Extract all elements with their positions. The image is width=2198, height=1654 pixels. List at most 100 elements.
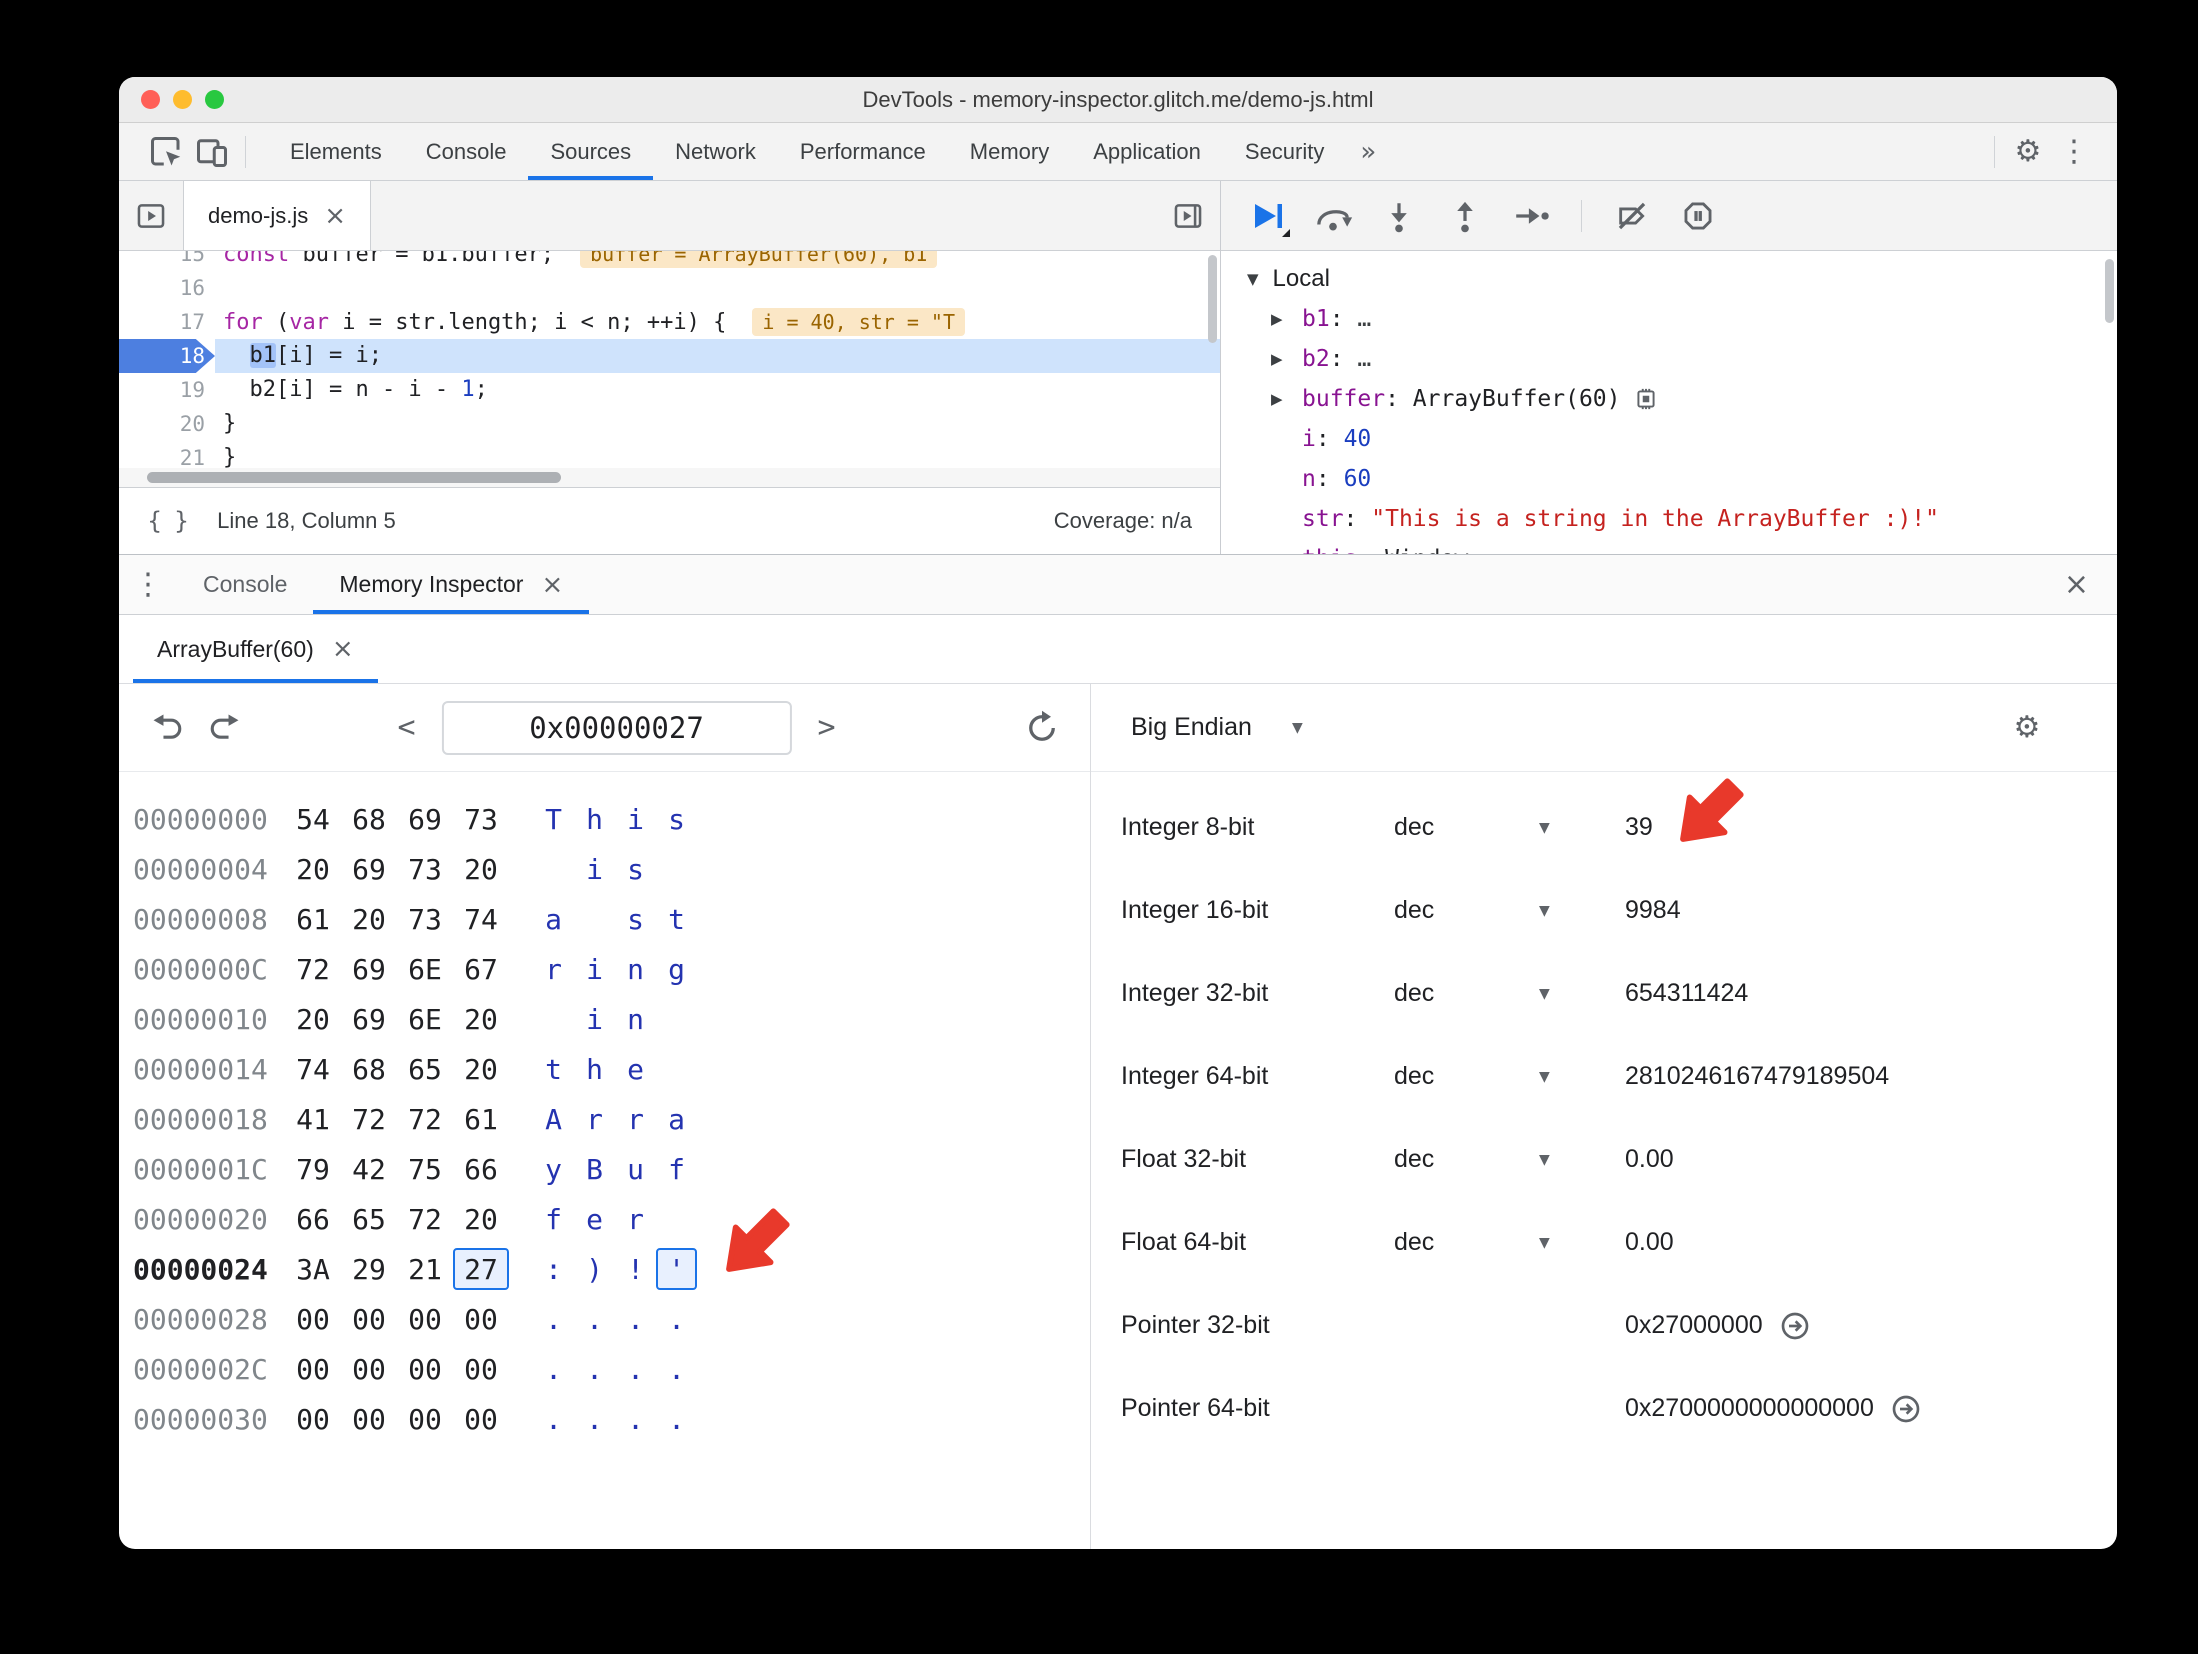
ascii-cell[interactable]: h	[574, 798, 615, 840]
byte-cell[interactable]: 66	[453, 1148, 509, 1190]
window-titlebar[interactable]: DevTools - memory-inspector.glitch.me/de…	[119, 77, 2117, 123]
byte-cell[interactable]: 79	[285, 1148, 341, 1190]
ascii-cell[interactable]: a	[656, 1098, 697, 1140]
ascii-cell[interactable]	[533, 848, 574, 890]
toggle-debugger-sidebar-button[interactable]	[1156, 181, 1220, 250]
collapsed-arrow-icon[interactable]: ▶	[1271, 310, 1302, 328]
line-number[interactable]: 15	[119, 251, 215, 271]
byte-cell[interactable]: 20	[285, 998, 341, 1040]
byte-cell[interactable]: 20	[341, 898, 397, 940]
byte-cell[interactable]: 42	[341, 1148, 397, 1190]
scope-scrollbar[interactable]	[2105, 259, 2114, 323]
byte-cell[interactable]: 74	[285, 1048, 341, 1090]
ascii-cell[interactable]: t	[656, 898, 697, 940]
history-forward-button[interactable]	[205, 708, 245, 748]
byte-cell[interactable]: 00	[341, 1398, 397, 1440]
deactivate-breakpoints-button[interactable]	[1606, 192, 1658, 240]
ascii-cell[interactable]: .	[656, 1298, 697, 1340]
code-line[interactable]: 20}	[119, 407, 1220, 441]
close-drawer-button[interactable]: ×	[2064, 555, 2089, 614]
byte-cell[interactable]: 00	[397, 1398, 453, 1440]
line-number[interactable]: 16	[119, 271, 215, 305]
ascii-cell[interactable]: s	[615, 848, 656, 890]
interpreter-settings-button[interactable]: ⚙	[2007, 708, 2047, 748]
byte-cell[interactable]: 61	[285, 898, 341, 940]
step-out-button[interactable]	[1439, 192, 1491, 240]
ascii-cell[interactable]: .	[615, 1348, 656, 1390]
close-tab-icon[interactable]: ×	[541, 572, 563, 598]
byte-cell[interactable]: 29	[341, 1248, 397, 1290]
collapsed-arrow-icon[interactable]: ▶	[1271, 550, 1302, 554]
tab-sources[interactable]: Sources	[528, 123, 654, 180]
zoom-window-button[interactable]	[205, 90, 224, 109]
refresh-memory-button[interactable]	[1022, 708, 1062, 748]
byte-cell[interactable]: 73	[397, 848, 453, 890]
scope-variable-buffer[interactable]: ▶ buffer: ArrayBuffer(60)	[1221, 379, 2117, 419]
memory-row[interactable]: 00000028 00 00 00 00....	[119, 1294, 1090, 1344]
drawer-menu-button[interactable]: ⋮	[119, 555, 177, 614]
jump-to-address-icon[interactable]	[1890, 1393, 1922, 1425]
byte-cell[interactable]: 00	[397, 1348, 453, 1390]
byte-cell[interactable]: 20	[285, 848, 341, 890]
byte-cell[interactable]: 20	[453, 848, 509, 890]
byte-cell[interactable]: 61	[453, 1098, 509, 1140]
value-format-select[interactable]: dec ▼	[1394, 979, 1625, 1008]
close-file-tab-icon[interactable]: ×	[324, 203, 346, 229]
file-tab-demo-js[interactable]: demo-js.js ×	[183, 181, 372, 250]
byte-cell[interactable]: 00	[341, 1298, 397, 1340]
ascii-cell[interactable]: n	[615, 998, 656, 1040]
ascii-cell[interactable]: e	[574, 1198, 615, 1240]
byte-cell[interactable]: 69	[397, 798, 453, 840]
value-format-select[interactable]: dec ▼	[1394, 1145, 1625, 1174]
byte-cell[interactable]: 00	[285, 1398, 341, 1440]
ascii-cell[interactable]: y	[533, 1148, 574, 1190]
ascii-cell[interactable]: .	[574, 1298, 615, 1340]
selected-byte-cell[interactable]: 27	[453, 1248, 509, 1290]
scope-variable-str[interactable]: str: "This is a string in the ArrayBuffe…	[1221, 499, 2117, 539]
ascii-cell[interactable]: s	[656, 798, 697, 840]
memory-row[interactable]: 00000008 61 20 73 74 a st	[119, 894, 1090, 944]
ascii-cell[interactable]: .	[533, 1348, 574, 1390]
byte-cell[interactable]: 41	[285, 1098, 341, 1140]
ascii-cell[interactable]	[533, 998, 574, 1040]
ascii-cell[interactable]: i	[615, 798, 656, 840]
scope-variable-b1[interactable]: ▶ b1: …	[1221, 299, 2117, 339]
byte-cell[interactable]: 72	[397, 1098, 453, 1140]
memory-row[interactable]: 0000000C 72 69 6E 67 r i n g	[119, 944, 1090, 994]
ascii-cell[interactable]	[656, 848, 697, 890]
drawer-tab-console[interactable]: Console	[177, 555, 313, 614]
inspect-element-button[interactable]	[143, 129, 189, 175]
code-line[interactable]: 15 const buffer = b1.buffer; buffer = Arra…	[119, 251, 1220, 271]
memory-row[interactable]: 00000018 41 72 72 61 Ar r a	[119, 1094, 1090, 1144]
ascii-cell[interactable]: !	[615, 1248, 656, 1290]
byte-cell[interactable]: 00	[453, 1298, 509, 1340]
ascii-cell[interactable]: a	[533, 898, 574, 940]
code-line[interactable]: 18 b1[i] = i;	[119, 339, 1220, 373]
byte-cell[interactable]: 00	[397, 1298, 453, 1340]
ascii-cell[interactable]: r	[615, 1098, 656, 1140]
ascii-cell[interactable]	[656, 1198, 697, 1240]
step-over-button[interactable]	[1307, 192, 1359, 240]
ascii-cell[interactable]: r	[533, 948, 574, 990]
byte-cell[interactable]: 00	[285, 1348, 341, 1390]
drawer-tab-memory-inspector[interactable]: Memory Inspector ×	[313, 555, 590, 614]
tab-security[interactable]: Security	[1223, 123, 1346, 180]
tab-elements[interactable]: Elements	[268, 123, 404, 180]
pretty-print-button[interactable]: { }	[147, 507, 191, 535]
code-line[interactable]: 17 for (var i = str.length; i < n; ++i) {…	[119, 305, 1220, 339]
byte-cell[interactable]: 21	[397, 1248, 453, 1290]
ascii-cell[interactable]: f	[533, 1198, 574, 1240]
memory-row[interactable]: 00000030 00 00 00 00....	[119, 1394, 1090, 1444]
step-into-button[interactable]	[1373, 192, 1425, 240]
memory-row[interactable]: 00000010 20 69 6E 20 in	[119, 994, 1090, 1044]
byte-cell[interactable]: 72	[285, 948, 341, 990]
memory-row[interactable]: 0000001C 79 42 75 66 y Bu f	[119, 1144, 1090, 1194]
line-number[interactable]: 20	[119, 407, 215, 441]
tab-console[interactable]: Console	[404, 123, 529, 180]
ascii-cell[interactable]: i	[574, 998, 615, 1040]
scope-variable-i[interactable]: i: 40	[1221, 419, 2117, 459]
byte-cell[interactable]: 20	[453, 998, 509, 1040]
close-window-button[interactable]	[141, 90, 160, 109]
tab-network[interactable]: Network	[653, 123, 778, 180]
code-editor[interactable]: 15 const buffer = b1.buffer; buffer = Arra…	[119, 251, 1220, 487]
